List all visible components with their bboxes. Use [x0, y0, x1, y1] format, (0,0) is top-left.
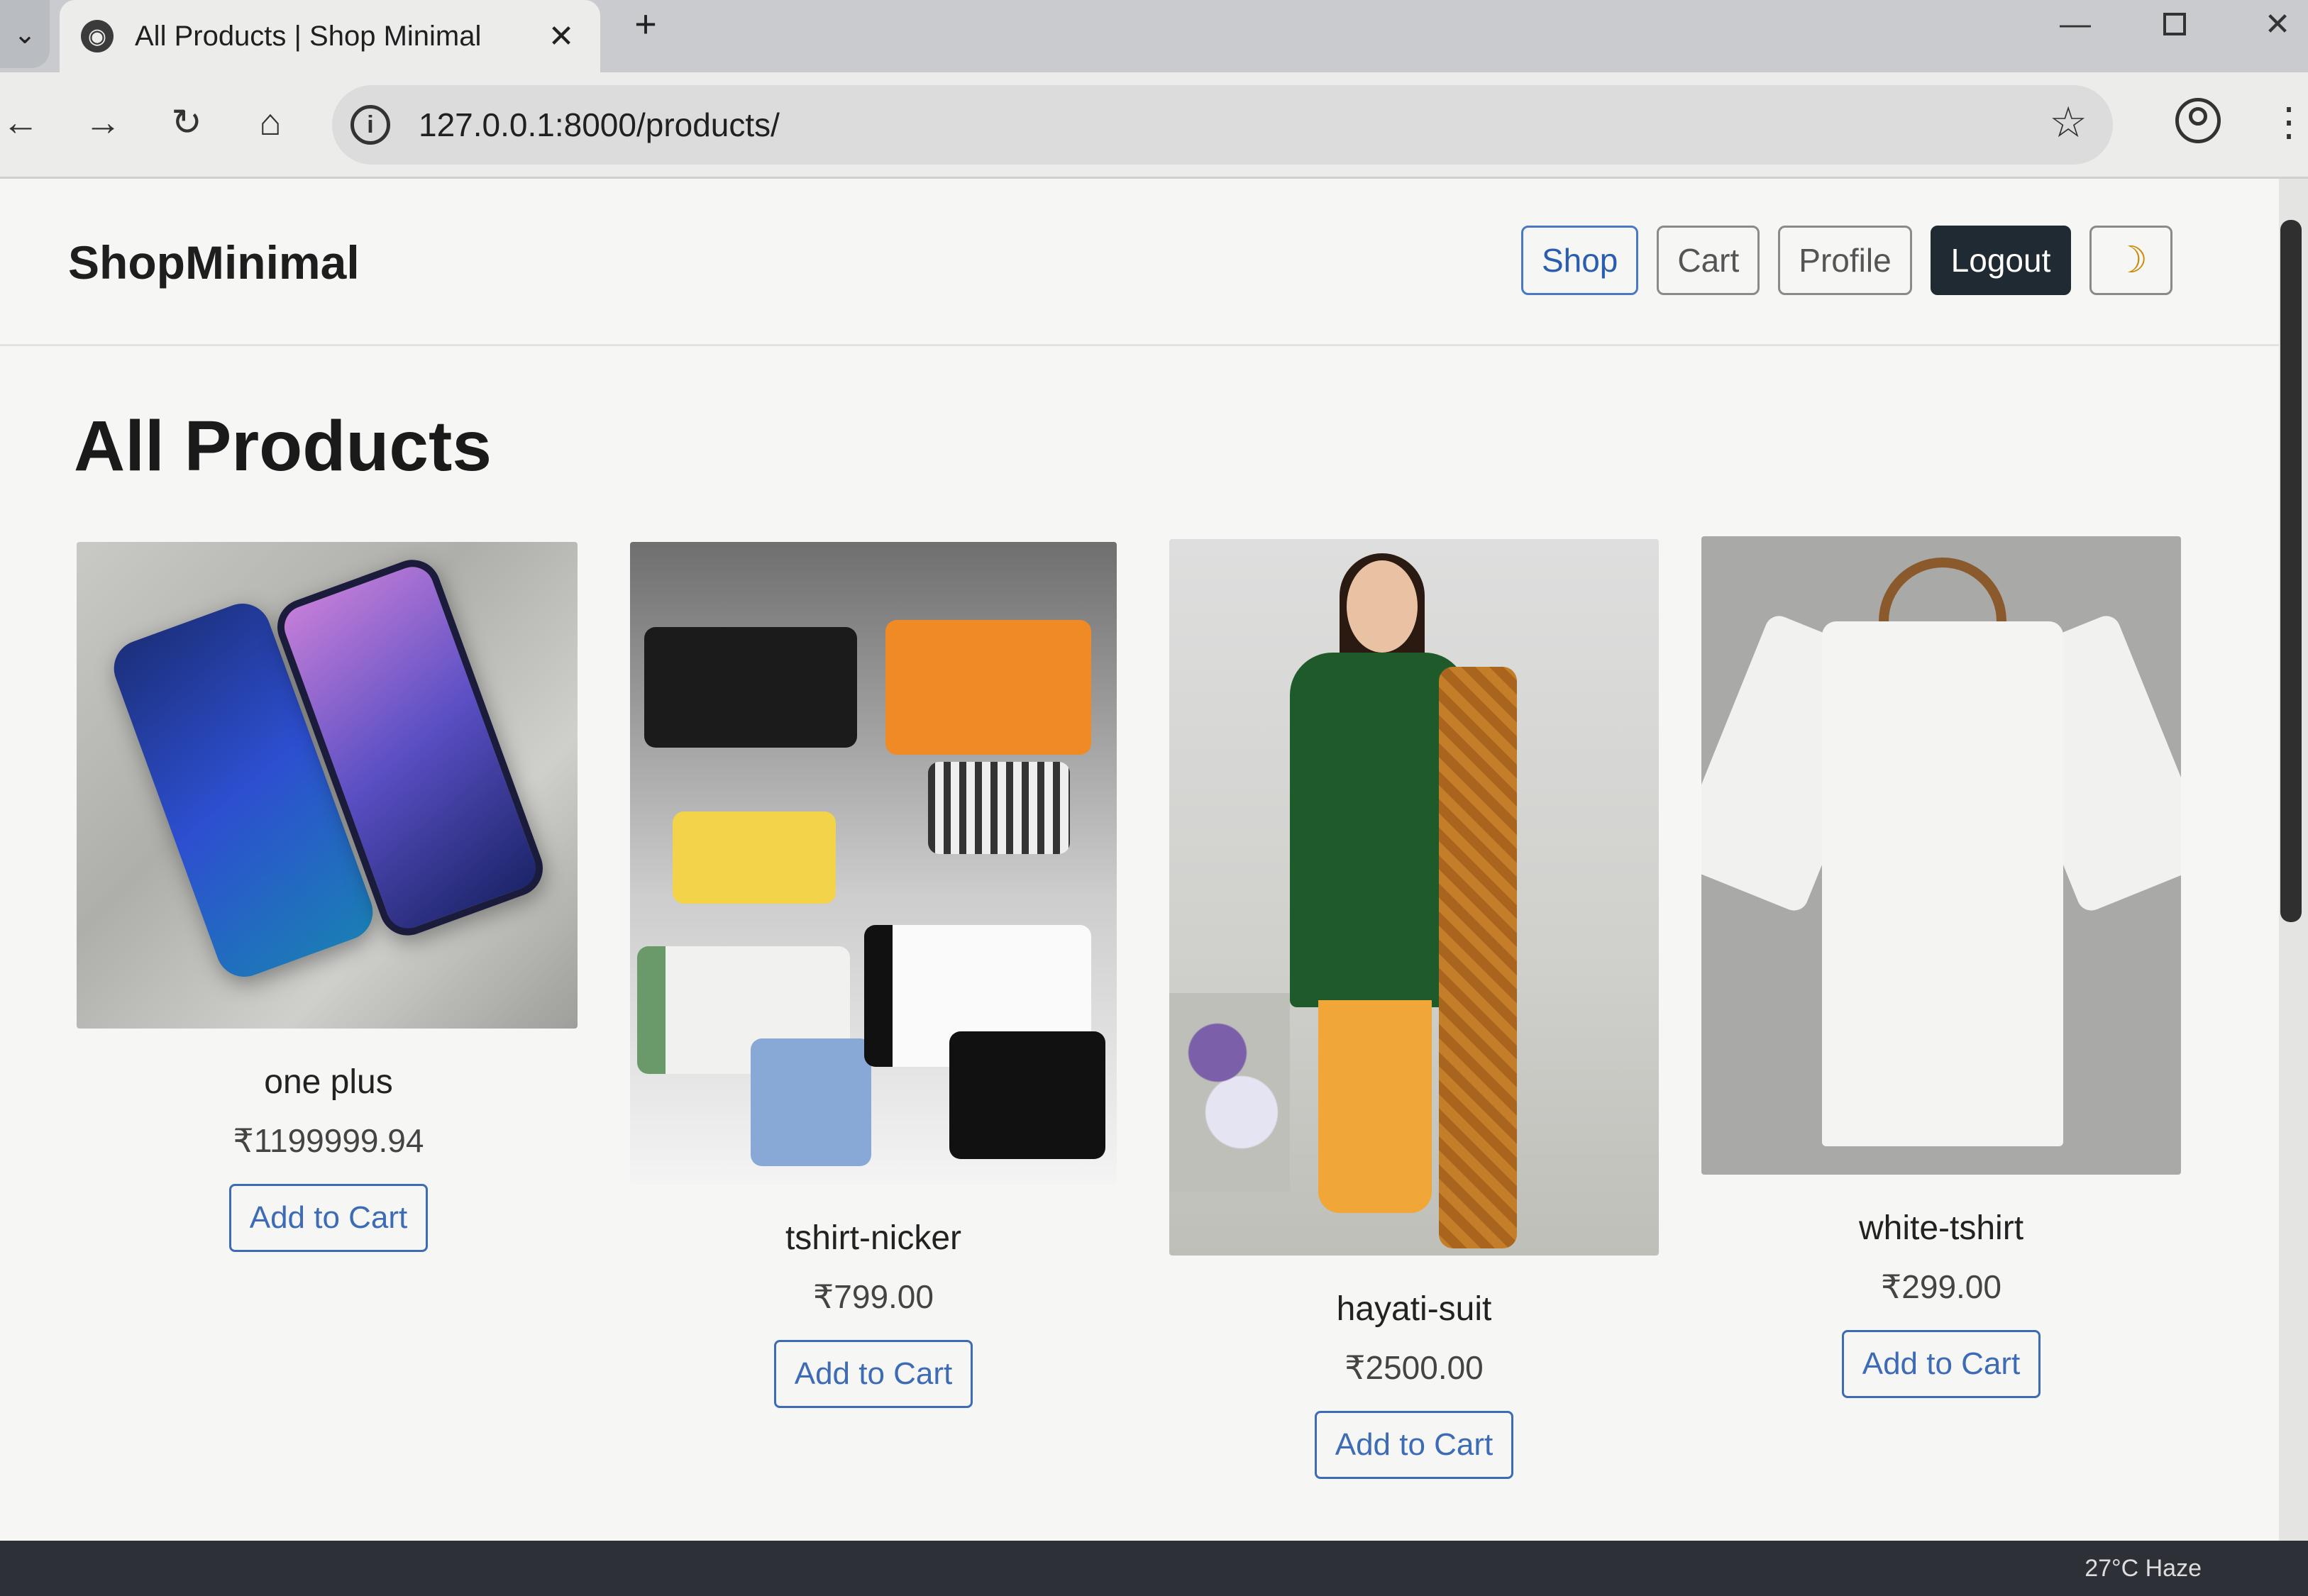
browser-tab-active[interactable]: ◉ All Products | Shop Minimal ✕: [60, 0, 600, 72]
nav-shop-button[interactable]: Shop: [1520, 226, 1639, 295]
url-text[interactable]: 127.0.0.1:8000/products/: [419, 106, 780, 144]
more-vertical-icon[interactable]: ⋮: [2269, 101, 2308, 143]
product-price: ₹2500.00: [1345, 1349, 1484, 1386]
address-bar[interactable]: i 127.0.0.1:8000/products/ ☆: [332, 85, 2113, 165]
dupatta-shape: [1439, 667, 1517, 1248]
maximize-icon[interactable]: [2143, 1, 2207, 47]
orange-tshirt-shape: [885, 620, 1091, 755]
striped-shorts-shape: [928, 762, 1070, 854]
weather-status[interactable]: 27°C Haze: [2085, 1555, 2202, 1583]
kids-clothes-image[interactable]: [630, 542, 1117, 1185]
head-shape: [1347, 560, 1418, 653]
product-card: white-tshirt ₹299.00 Add to Cart: [1701, 536, 2181, 1398]
brand-logo[interactable]: ShopMinimal: [68, 235, 360, 289]
pants-shape: [1318, 1000, 1432, 1213]
forward-arrow-icon[interactable]: →: [78, 98, 128, 148]
product-card: hayati-suit ₹2500.00 Add to Cart: [1169, 539, 1659, 1479]
star-icon[interactable]: ☆: [2049, 98, 2087, 148]
add-to-cart-button[interactable]: Add to Cart: [1841, 1330, 2041, 1398]
nav-cart-button[interactable]: Cart: [1657, 226, 1760, 295]
site-nav: Shop Cart Profile Logout ☽: [1520, 226, 2172, 295]
plus-icon[interactable]: +: [624, 3, 667, 45]
profile-icon[interactable]: [2175, 98, 2221, 143]
back-arrow-icon[interactable]: ←: [0, 98, 45, 148]
product-price: ₹799.00: [813, 1278, 934, 1315]
tshirt-image[interactable]: [1701, 536, 2181, 1175]
blue-shorts-shape: [751, 1038, 871, 1166]
page-title: All Products: [74, 406, 492, 486]
suit-image[interactable]: [1169, 539, 1659, 1256]
product-price: ₹1199999.94: [233, 1122, 424, 1159]
globe-icon: ◉: [81, 20, 114, 52]
web-page: ShopMinimal Shop Cart Profile Logout ☽ A…: [0, 179, 2292, 1541]
product-name: one plus: [264, 1063, 393, 1101]
product-card: tshirt-nicker ₹799.00 Add to Cart: [630, 542, 1117, 1408]
scrollbar-thumb[interactable]: [2280, 220, 2302, 922]
reload-icon[interactable]: ↻: [162, 98, 211, 148]
tshirt-body-shape: [1822, 621, 2063, 1146]
nav-profile-button[interactable]: Profile: [1778, 226, 1912, 295]
hanger-shape: [1879, 558, 2006, 621]
browser-toolbar: ← → ↻ ⌂ i 127.0.0.1:8000/products/ ☆ ⋮: [0, 72, 2308, 179]
browser-tab-bar: ⌄ ◉ All Products | Shop Minimal ✕ + — ✕: [0, 0, 2308, 72]
close-icon[interactable]: ✕: [543, 18, 579, 55]
tab-title: All Products | Shop Minimal: [135, 20, 482, 52]
yellow-shorts-shape: [673, 811, 836, 904]
site-header: ShopMinimal Shop Cart Profile Logout ☽: [0, 179, 2292, 346]
logout-button[interactable]: Logout: [1930, 226, 2072, 295]
info-icon[interactable]: i: [350, 105, 390, 145]
moon-icon: ☽: [2114, 240, 2148, 281]
add-to-cart-button[interactable]: Add to Cart: [1314, 1411, 1514, 1479]
theme-toggle-button[interactable]: ☽: [2089, 226, 2172, 295]
home-icon[interactable]: ⌂: [245, 98, 295, 148]
black-tshirt-shape: [644, 627, 857, 748]
tab-list-icon[interactable]: ⌄: [0, 0, 50, 68]
phone-image[interactable]: [77, 542, 578, 1029]
product-name: hayati-suit: [1336, 1290, 1492, 1328]
minimize-icon[interactable]: —: [2043, 1, 2107, 47]
os-taskbar: 27°C Haze: [0, 1541, 2308, 1596]
close-window-icon[interactable]: ✕: [2246, 1, 2308, 47]
product-card: one plus ₹1199999.94 Add to Cart: [77, 542, 580, 1252]
product-name: tshirt-nicker: [785, 1219, 962, 1257]
product-name: white-tshirt: [1858, 1209, 2024, 1247]
add-to-cart-button[interactable]: Add to Cart: [228, 1184, 429, 1252]
black-shorts-shape: [949, 1031, 1105, 1159]
add-to-cart-button[interactable]: Add to Cart: [773, 1340, 973, 1408]
flowers-shape: [1169, 993, 1290, 1192]
product-price: ₹299.00: [1881, 1268, 2001, 1305]
